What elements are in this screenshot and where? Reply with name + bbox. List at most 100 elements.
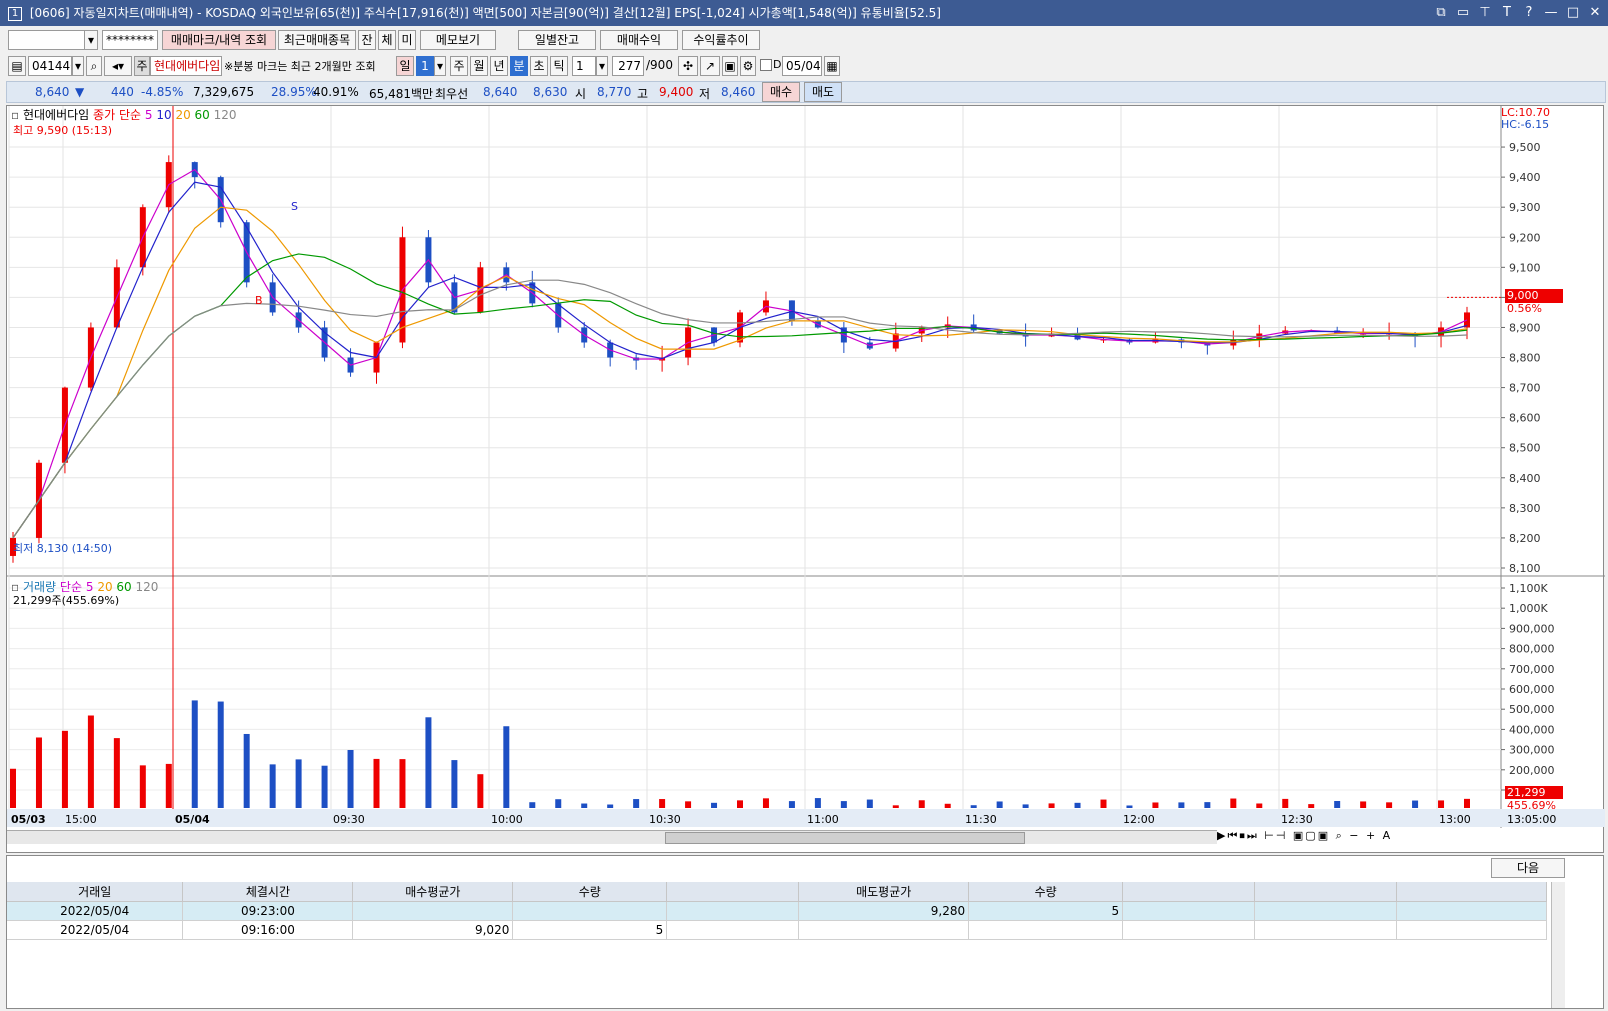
memo-button[interactable]: 메모보기 <box>420 30 496 50</box>
volume-bar <box>840 801 847 808</box>
date-checkbox[interactable] <box>760 59 772 71</box>
stock-code-field[interactable]: 041440 <box>28 56 72 76</box>
speaker-icon[interactable]: ◂▾ <box>104 56 132 76</box>
price-legend: ▫ 현대에버다임 종가 단순 5 10 20 60 120 <box>11 108 237 122</box>
balance-button[interactable]: 잔 <box>358 30 376 50</box>
date-checkbox-label: D <box>773 58 782 71</box>
return-trend-button[interactable]: 수익률추이 <box>682 30 760 50</box>
sell-button[interactable]: 매도 <box>804 82 842 102</box>
chart-svg[interactable]: 9,500 9,400 9,300 9,200 9,100 9,000 8,900 8,800… <box>7 106 1605 854</box>
legend-stock-name: 현대에버다임 <box>22 108 90 122</box>
period-month-button[interactable]: 월 <box>470 56 488 76</box>
scale-icon[interactable]: ↗ <box>700 56 720 76</box>
volume-bar <box>269 764 276 808</box>
price-tick-label: 9,200 <box>1509 231 1541 244</box>
table-cell <box>1122 920 1256 940</box>
table-cell <box>1396 901 1548 921</box>
volume-bar <box>165 763 172 808</box>
volume-bar <box>996 801 1003 808</box>
tile-icon[interactable]: ▭ <box>1456 0 1470 26</box>
search-icon[interactable]: ⌕ <box>86 56 102 76</box>
count-field[interactable]: 277 <box>612 56 644 76</box>
minimize-icon[interactable]: — <box>1544 0 1558 26</box>
volume-bar <box>529 802 536 808</box>
price-tick-label: 8,500 <box>1509 442 1541 455</box>
settings-icon[interactable]: ⚙ <box>740 56 756 76</box>
time-label: 05/04 <box>175 813 210 826</box>
pin-icon[interactable]: ⊤ <box>1478 0 1492 26</box>
close-icon[interactable]: ✕ <box>1588 0 1602 26</box>
volume-bar <box>10 768 16 808</box>
volume-bar <box>1126 805 1133 808</box>
count-total: /900 <box>646 58 673 72</box>
table-row[interactable]: 2022/05/04 09:23:00 9,280 5 <box>7 901 1548 921</box>
price-tick-label: 8,800 <box>1509 352 1541 365</box>
legend-ma10: 10 <box>156 108 172 122</box>
scroll-thumb[interactable] <box>665 832 1025 844</box>
maximize-icon[interactable]: □ <box>1566 0 1580 26</box>
period-dropdown-icon[interactable]: ▾ <box>434 56 446 76</box>
daily-balance-button[interactable]: 일별잔고 <box>518 30 596 50</box>
low-label: 저 <box>699 87 711 101</box>
turnover-rate: 28.95% <box>271 85 317 99</box>
help-icon[interactable]: ? <box>1522 0 1536 26</box>
password-field[interactable]: ******** <box>102 30 158 50</box>
chart-nav-controls[interactable]: ▶⏮⏹⏭ ⊢⊣ ▣▢▣ ⌕ − + A <box>1217 829 1392 843</box>
executed-button[interactable]: 체 <box>378 30 396 50</box>
crosshair-icon[interactable]: ✣ <box>678 56 698 76</box>
period-second-button[interactable]: 초 <box>530 56 548 76</box>
next-button[interactable]: 다음 <box>1491 858 1565 878</box>
unexecuted-button[interactable]: 미 <box>398 30 416 50</box>
calendar-icon[interactable]: ▦ <box>824 56 840 76</box>
account-select[interactable] <box>8 30 94 50</box>
font-icon[interactable]: T <box>1500 0 1514 26</box>
high-price: 9,400 <box>659 85 694 99</box>
current-price: 8,640 <box>35 85 70 99</box>
period-day-button[interactable]: 일 <box>396 56 414 76</box>
buy-mark-icon: B <box>255 294 263 307</box>
column-header: 매수평균가 <box>352 882 514 902</box>
down-arrow-icon: ▼ <box>75 85 85 99</box>
period-value[interactable]: 1 <box>416 56 434 76</box>
date-field[interactable]: 05/04 <box>782 56 822 76</box>
price-tick-label: 8,100 <box>1509 562 1541 575</box>
volume-bar <box>321 765 328 808</box>
volume-bar <box>243 733 250 808</box>
volume-bar <box>685 801 692 808</box>
table-cell <box>1396 920 1548 940</box>
title-bar: 1 [0606] 자동일지차트(매매내역) - KOSDAQ 외국인보유[65(… <box>0 0 1608 26</box>
code-dropdown-icon[interactable]: ▾ <box>72 56 84 76</box>
trade-mark-button[interactable]: 매매마크/내역 조회 <box>162 30 276 50</box>
volume-bar <box>1386 802 1393 808</box>
horizontal-scrollbar[interactable] <box>7 830 1217 844</box>
volume-bar <box>477 774 484 808</box>
volume-bar <box>1308 804 1315 808</box>
chart-panel[interactable]: 9,500 9,400 9,300 9,200 9,100 9,000 8,900 8,800… <box>6 105 1605 854</box>
trade-profit-button[interactable]: 매매수익 <box>600 30 678 50</box>
legend-ma60: 60 <box>194 108 210 122</box>
trade-table: 거래일 체결시간 매수평균가 수량 매도평균가 수량 2022/05/04 09:23:00… <box>7 882 1548 940</box>
volume-bar <box>1204 802 1211 808</box>
time-label: 10:00 <box>491 813 523 826</box>
volume-bar <box>555 799 562 808</box>
volume-bar <box>1152 802 1159 808</box>
account-dropdown-icon[interactable]: ▾ <box>84 30 98 50</box>
period-tick-button[interactable]: 틱 <box>550 56 568 76</box>
table-scrollbar[interactable] <box>1551 882 1565 1008</box>
volume-tick-label: 600,000 <box>1509 683 1555 696</box>
interval-dropdown-icon[interactable]: ▾ <box>596 56 608 76</box>
volume-bar <box>814 798 821 808</box>
table-row[interactable]: 2022/05/04 09:16:00 9,020 5 <box>7 920 1548 940</box>
buy-button[interactable]: 매수 <box>762 82 800 102</box>
recent-trades-button[interactable]: 최근매매종목 <box>278 30 356 50</box>
stock-name-field[interactable]: 현대에버다임 <box>150 56 222 76</box>
save-icon[interactable]: ▣ <box>722 56 738 76</box>
period-minute-button[interactable]: 분 <box>510 56 528 76</box>
period-week-button[interactable]: 주 <box>450 56 468 76</box>
layout-icon[interactable]: ▤ <box>8 56 26 76</box>
price-tick-label: 8,600 <box>1509 412 1541 425</box>
period-year-button[interactable]: 년 <box>490 56 508 76</box>
volume-bar <box>970 805 977 808</box>
restore-icon[interactable]: ⧉ <box>1434 0 1448 26</box>
interval-field[interactable]: 1 <box>572 56 596 76</box>
